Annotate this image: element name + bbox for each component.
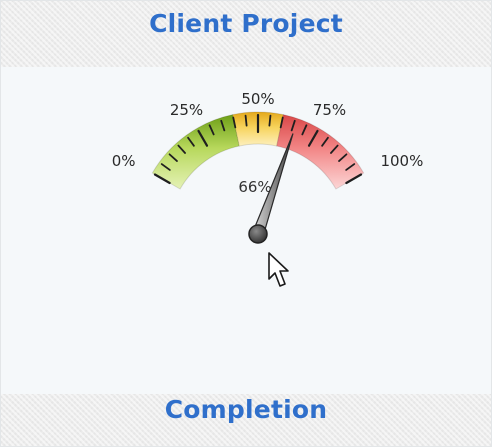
gauge-tick-label: 75% [313, 101, 346, 119]
gauge-band-green [151, 114, 240, 190]
gauge-tick-label: 0% [112, 152, 136, 170]
gauge-value-label: 66% [238, 178, 271, 196]
gauge-widget: Client Project Completion 0% 25% 50% 75%… [0, 0, 492, 447]
gauge-dial: 0% 25% 50% 75% 100% 66% [112, 90, 423, 287]
gauge-tick-label: 25% [170, 101, 203, 119]
gauge-tick-label: 50% [241, 90, 274, 108]
gauge-needle-hub [248, 224, 268, 244]
gauge-tick [244, 114, 248, 127]
gauge-tick-label: 100% [380, 152, 423, 170]
gauge-band-red [276, 114, 365, 190]
gauge-tick [268, 114, 272, 127]
mouse-pointer-icon [268, 252, 289, 287]
